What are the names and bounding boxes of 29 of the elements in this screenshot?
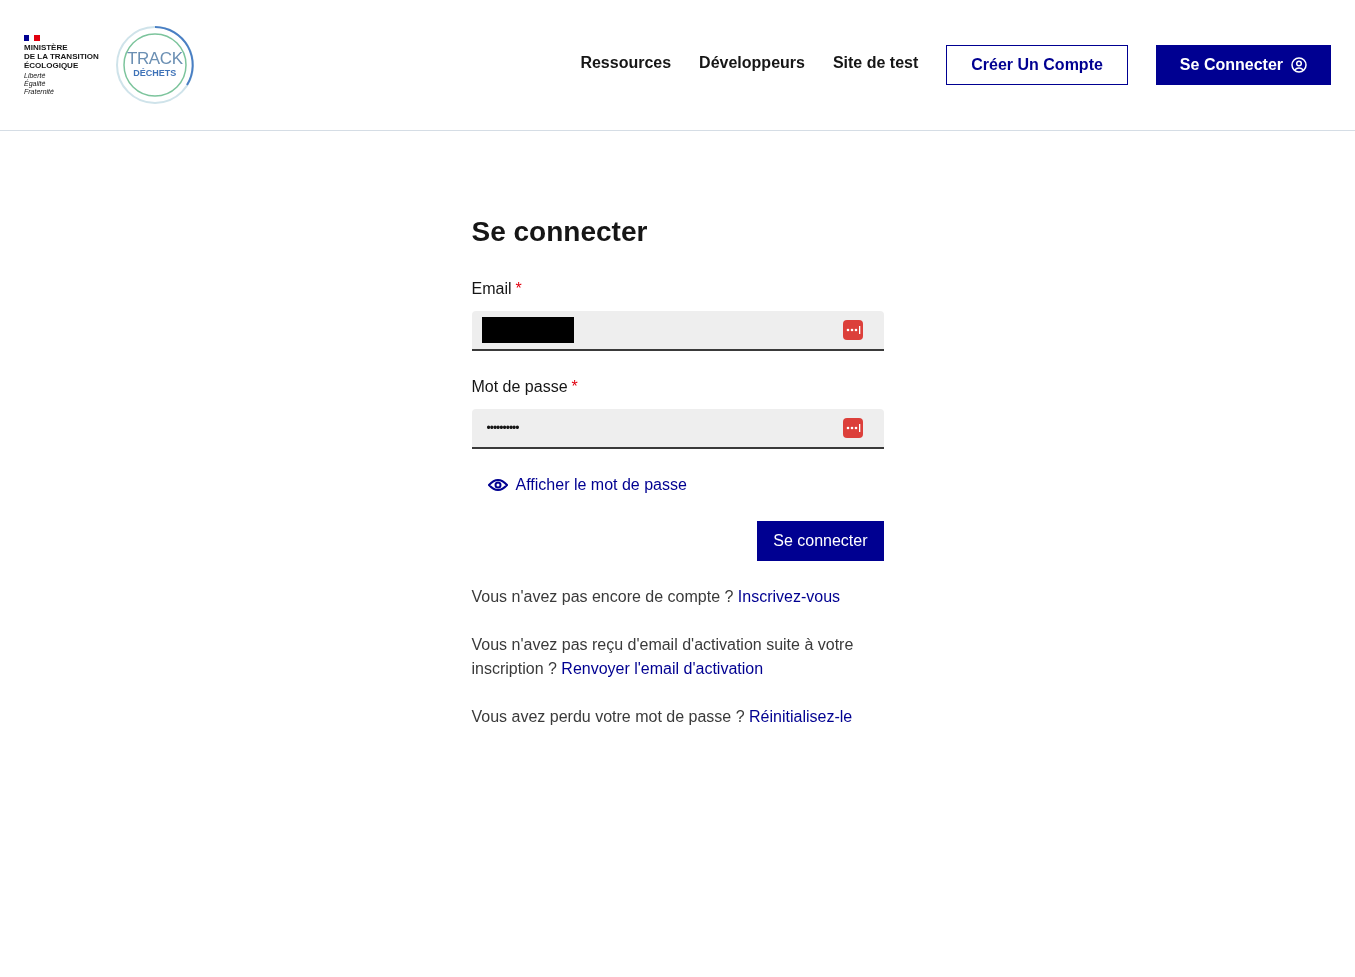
nav-link[interactable]: Site de test bbox=[832, 51, 919, 75]
help-link[interactable]: Réinitialisez-le bbox=[749, 708, 853, 725]
required-mark: * bbox=[571, 378, 578, 395]
user-icon bbox=[1291, 57, 1307, 73]
field-label: Mot de passe bbox=[471, 378, 568, 395]
ministry-name: MINISTÈRE DE LA TRANSITION ÉCOLOGIQUE bbox=[24, 42, 99, 70]
nav-link[interactable]: Ressources bbox=[580, 51, 672, 75]
flag-icon bbox=[24, 34, 40, 41]
login-button[interactable]: Se Connecter bbox=[1155, 45, 1331, 85]
password-manager-icon[interactable] bbox=[841, 417, 864, 439]
help-text: Vous n'avez pas reçu d'email d'activation suite à votre inscription ? Renvoyer l'email d'activation bbox=[471, 635, 855, 679]
help-text: Vous avez perdu votre mot de passe ? Réinitialisez-le bbox=[471, 707, 854, 727]
field-label: Email bbox=[471, 280, 512, 297]
password-manager-icon[interactable] bbox=[841, 319, 864, 341]
create-account-button[interactable]: Créer Un Compte bbox=[946, 45, 1128, 85]
help-text: Vous n'avez pas encore de compte ? Inscrivez-vous bbox=[471, 587, 842, 607]
nav-link[interactable]: Développeurs bbox=[699, 51, 805, 75]
required-mark: * bbox=[515, 280, 522, 297]
logo-subtitle: DÉCHETS bbox=[133, 66, 177, 80]
show-password-toggle[interactable]: Afficher le mot de passe bbox=[487, 473, 687, 497]
page-title: Se connecter bbox=[471, 215, 649, 249]
help-link[interactable]: Renvoyer l'email d'activation bbox=[561, 660, 764, 677]
logo-title: TRACK bbox=[127, 49, 183, 67]
submit-button[interactable]: Se connecter bbox=[757, 521, 884, 561]
eye-icon bbox=[487, 478, 508, 492]
password-value: •••••••••• bbox=[485, 420, 519, 437]
help-link[interactable]: Inscrivez-vous bbox=[737, 588, 841, 605]
email-field[interactable] bbox=[471, 311, 884, 351]
password-field[interactable]: •••••••••• bbox=[471, 409, 884, 449]
